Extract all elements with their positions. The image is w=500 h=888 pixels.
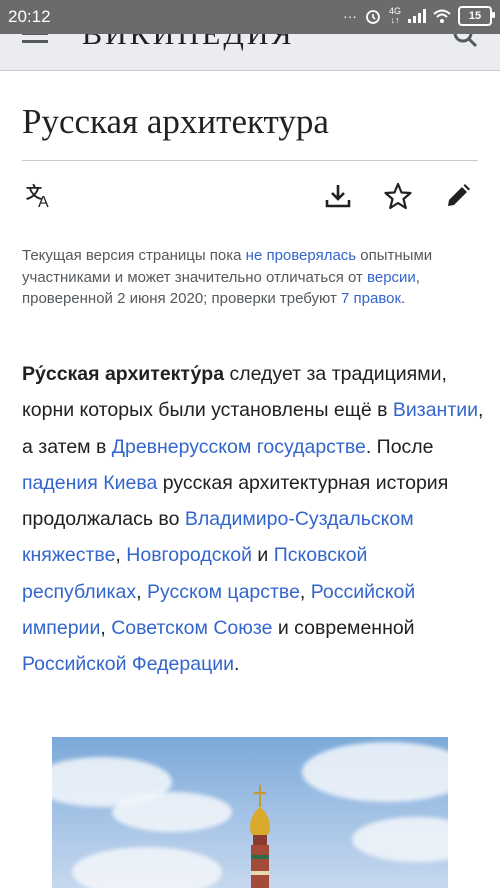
pending-edits-link[interactable]: 7 правок [341, 290, 401, 307]
link-kievan-rus[interactable]: Древнерусском государстве [112, 436, 366, 458]
title-divider [22, 160, 478, 161]
battery-icon: 15 [458, 6, 495, 26]
network-type: 4G ↓↑ [388, 6, 401, 25]
status-icons: ··· 4G ↓↑ 15 [342, 6, 495, 26]
church-dome [250, 785, 270, 888]
cloud [352, 817, 448, 862]
language-button[interactable]: 文 A [26, 181, 56, 211]
article-subject: Ру́сская архитекту́ра [22, 363, 225, 385]
svg-text:A: A [38, 194, 49, 209]
translate-icon: 文 A [26, 183, 49, 209]
page-title: Русская архитектура [22, 102, 329, 141]
signal-icon [408, 9, 426, 23]
not-reviewed-link[interactable]: не проверялась [246, 247, 356, 264]
pencil-icon [448, 184, 470, 206]
wikipedia-logo[interactable]: ВИКИПЕДИЯ [82, 34, 294, 52]
alarm-icon [366, 10, 380, 24]
more-icon: ··· [342, 8, 357, 24]
link-tsardom[interactable]: Русском царстве [147, 581, 300, 603]
edit-button[interactable] [443, 181, 473, 211]
site-header: ВИКИПЕДИЯ [0, 34, 500, 71]
link-fall-of-kiev[interactable]: падения Киева [22, 472, 157, 494]
link-novgorod[interactable]: Новгородской [126, 544, 252, 566]
star-icon [384, 182, 412, 210]
status-time: 20:12 [8, 7, 51, 26]
revision-notice: Текущая версия страницы пока не проверял… [22, 247, 433, 307]
cloud [112, 792, 232, 832]
link-byzantium[interactable]: Византии [393, 399, 478, 421]
lead-paragraph: Ру́сская архитекту́ра следует за традици… [22, 363, 484, 676]
cloud [72, 847, 222, 888]
download-button[interactable] [323, 181, 353, 211]
menu-icon[interactable] [22, 34, 48, 52]
search-icon[interactable] [452, 34, 478, 48]
version-link[interactable]: версии [367, 269, 416, 286]
link-russian-federation[interactable]: Российской Федерации [22, 653, 234, 675]
article-image[interactable] [52, 737, 448, 888]
wifi-icon [433, 9, 451, 23]
watch-button[interactable] [383, 181, 413, 211]
link-soviet-union[interactable]: Советском Союзе [111, 617, 272, 639]
cloud [302, 742, 448, 802]
download-icon [325, 185, 351, 208]
status-bar: 20:12 ··· 4G ↓↑ 15 [0, 0, 500, 34]
